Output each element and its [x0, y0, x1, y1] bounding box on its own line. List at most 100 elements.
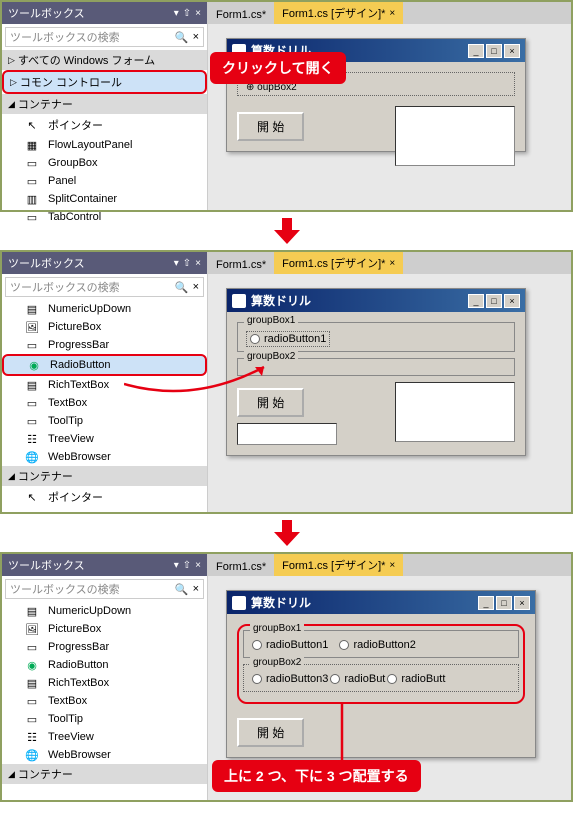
pin-icon[interactable]: ⇧: [183, 8, 191, 19]
text-area[interactable]: [395, 382, 515, 442]
tree-item-splitcontainer[interactable]: ▥SplitContainer: [2, 190, 207, 208]
tree-item-tooltip[interactable]: ▭ToolTip: [2, 710, 207, 728]
tab-design[interactable]: Form1.cs [デザイン]*×: [274, 2, 403, 24]
tree-header-container[interactable]: ◢コンテナー: [2, 466, 207, 486]
tab-code[interactable]: Form1.cs*: [208, 256, 274, 274]
tab-code[interactable]: Form1.cs*: [208, 558, 274, 576]
pin-icon[interactable]: ⇧: [183, 560, 191, 571]
panel2-icon: ▭: [24, 175, 40, 187]
radio-icon: [252, 674, 262, 684]
search-icon[interactable]: 🔍: [175, 281, 189, 294]
radio-button-2[interactable]: radioButton2: [339, 639, 415, 651]
tree-item-progressbar[interactable]: ▭ProgressBar: [2, 638, 207, 656]
close-icon[interactable]: ×: [195, 258, 201, 269]
tree-item-textbox[interactable]: ▭TextBox: [2, 692, 207, 710]
tree-item-numericupdown[interactable]: ▤NumericUpDown: [2, 602, 207, 620]
maximize-icon[interactable]: □: [486, 294, 502, 308]
richtext-icon: ▤: [24, 379, 40, 391]
dropdown-icon[interactable]: ▾: [174, 8, 179, 19]
radio-button-3[interactable]: radioButton3: [252, 673, 328, 685]
tree-item-webbrowser[interactable]: 🌐WebBrowser: [2, 746, 207, 764]
close-window-icon[interactable]: ×: [504, 294, 520, 308]
toolbox-title: ツールボックス ▾ ⇧ ×: [2, 554, 207, 576]
tree-item-flowlayoutpanel[interactable]: ▦FlowLayoutPanel: [2, 136, 207, 154]
tree-header-container[interactable]: ◢コンテナー: [2, 94, 207, 114]
radio-button-1[interactable]: radioButton1: [246, 331, 330, 347]
text-area[interactable]: [395, 106, 515, 166]
radio-button-5[interactable]: radioButt: [387, 673, 445, 685]
search-input[interactable]: ツールボックスの検索 🔍 ×: [5, 277, 204, 297]
tree-item-progressbar[interactable]: ▭ProgressBar: [2, 336, 207, 354]
tooltip-icon: ▭: [24, 415, 40, 427]
tree-item-pointer[interactable]: ↖ポインター: [2, 114, 207, 136]
dropdown-icon[interactable]: ▾: [174, 258, 179, 269]
form-titlebar[interactable]: 算数ドリル _ □ ×: [227, 289, 525, 312]
tab-design[interactable]: Form1.cs [デザイン]*×: [274, 252, 403, 274]
search-icon[interactable]: 🔍: [175, 31, 189, 44]
minimize-icon[interactable]: _: [478, 596, 494, 610]
web-icon: 🌐: [24, 451, 40, 463]
textbox-icon: ▭: [24, 695, 40, 707]
search-icon[interactable]: 🔍: [175, 583, 189, 596]
pin-icon[interactable]: ⇧: [183, 258, 191, 269]
toolbox-title: ツールボックス ▾ ⇧ ×: [2, 2, 207, 24]
groupbox1[interactable]: groupBox1 radioButton1 radioButton2: [243, 630, 519, 658]
tab-close-icon[interactable]: ×: [389, 560, 395, 571]
tree-header-all-forms[interactable]: ▷すべての Windows フォーム: [2, 50, 207, 70]
close-window-icon[interactable]: ×: [514, 596, 530, 610]
minimize-icon[interactable]: _: [468, 44, 484, 58]
tree-item-webbrowser[interactable]: 🌐WebBrowser: [2, 448, 207, 466]
tree-item-radiobutton[interactable]: ◉RadioButton: [2, 656, 207, 674]
tree-header-container[interactable]: ◢コンテナー: [2, 764, 207, 784]
search-input[interactable]: ツールボックスの検索 🔍 ×: [5, 27, 204, 47]
search-input[interactable]: ツールボックスの検索 🔍 ×: [5, 579, 204, 599]
split-icon: ▥: [24, 193, 40, 205]
tree-item-tooltip[interactable]: ▭ToolTip: [2, 412, 207, 430]
tree-item-numericupdown[interactable]: ▤NumericUpDown: [2, 300, 207, 318]
tab-close-icon[interactable]: ×: [389, 258, 395, 269]
tree-item-groupbox[interactable]: ▭GroupBox: [2, 154, 207, 172]
tab-close-icon[interactable]: ×: [389, 8, 395, 19]
radio-button-1[interactable]: radioButton1: [252, 639, 328, 651]
close-window-icon[interactable]: ×: [504, 44, 520, 58]
groupbox2[interactable]: groupBox2: [237, 358, 515, 376]
maximize-icon[interactable]: □: [496, 596, 512, 610]
small-field[interactable]: [237, 423, 337, 445]
tab-code[interactable]: Form1.cs*: [208, 6, 274, 24]
tree-item-panel[interactable]: ▭Panel: [2, 172, 207, 190]
minimize-icon[interactable]: _: [468, 294, 484, 308]
pointer-icon: ↖: [24, 491, 40, 503]
maximize-icon[interactable]: □: [486, 44, 502, 58]
tree-item-picturebox[interactable]: 🖼PictureBox: [2, 620, 207, 638]
tab-icon: ▭: [24, 211, 40, 223]
tree-item-treeview[interactable]: ☷TreeView: [2, 728, 207, 746]
groupbox1[interactable]: groupBox1 radioButton1: [237, 322, 515, 352]
treeview-icon: ☷: [24, 433, 40, 445]
tree-header-common-controls[interactable]: ▷コモン コントロール: [2, 70, 207, 94]
close-icon[interactable]: ×: [195, 8, 201, 19]
tree-item-richtextbox[interactable]: ▤RichTextBox: [2, 674, 207, 692]
clear-icon[interactable]: ×: [193, 31, 199, 43]
radio-icon: [250, 334, 260, 344]
tree-item-tabcontrol[interactable]: ▭TabControl: [2, 208, 207, 226]
connector-arrow: [124, 364, 274, 404]
clear-icon[interactable]: ×: [193, 583, 199, 595]
tree-item-pointer[interactable]: ↖ポインター: [2, 486, 207, 508]
radio-icon: [252, 640, 262, 650]
radio-button-4[interactable]: radioBut: [330, 673, 385, 685]
treeview-icon: ☷: [24, 731, 40, 743]
picture-icon: 🖼: [24, 623, 40, 635]
groupbox2[interactable]: groupBox2 radioButton3radioButradioButt: [243, 664, 519, 692]
start-button[interactable]: 開 始: [237, 112, 304, 141]
tree-item-treeview[interactable]: ☷TreeView: [2, 430, 207, 448]
tree-item-picturebox[interactable]: 🖼PictureBox: [2, 318, 207, 336]
radio-icon: [387, 674, 397, 684]
start-button[interactable]: 開 始: [237, 718, 304, 747]
tab-design[interactable]: Form1.cs [デザイン]*×: [274, 554, 403, 576]
clear-icon[interactable]: ×: [193, 281, 199, 293]
dropdown-icon[interactable]: ▾: [174, 560, 179, 571]
progress-icon: ▭: [24, 641, 40, 653]
close-icon[interactable]: ×: [195, 560, 201, 571]
radio-icon: ◉: [24, 659, 40, 671]
form-titlebar[interactable]: 算数ドリル _ □ ×: [227, 591, 535, 614]
